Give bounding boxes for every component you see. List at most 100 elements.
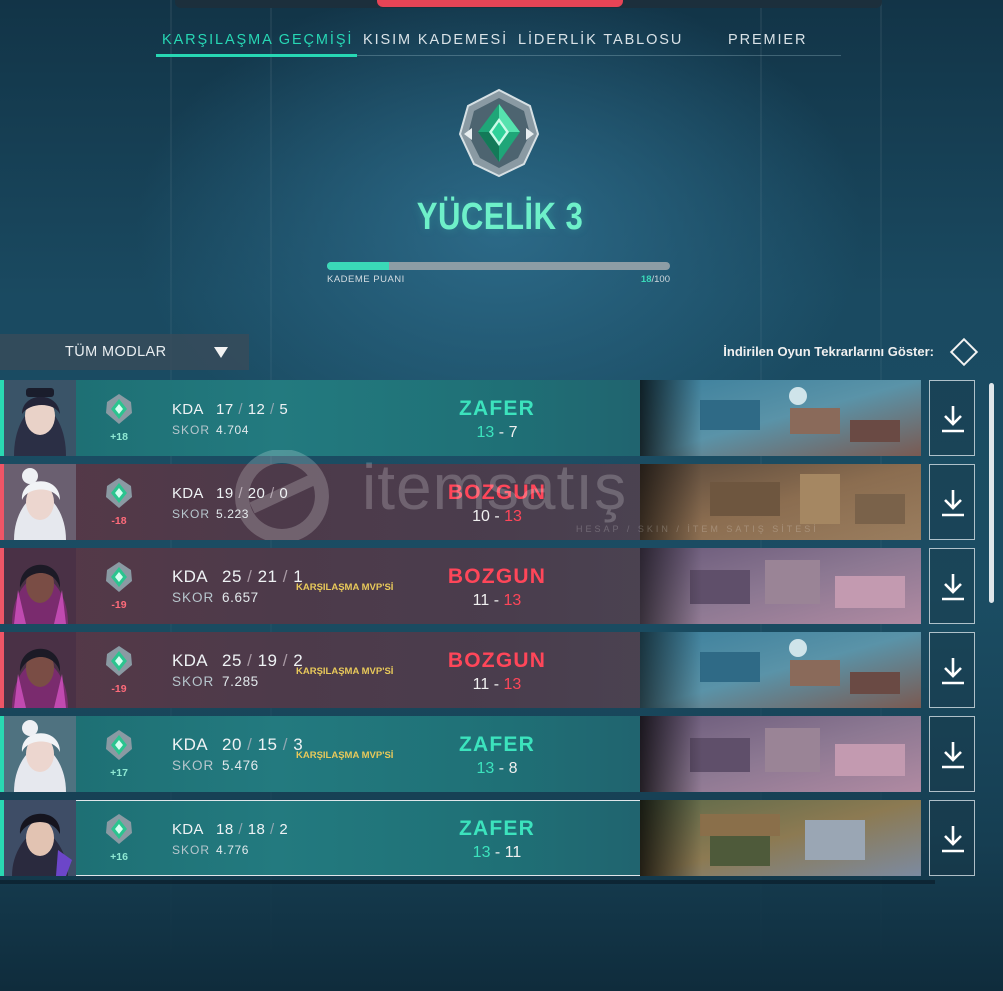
bind-map-thumbnail [640,464,921,540]
career-tabs: KARŞILAŞMA GEÇMİŞİ KISIM KADEMESİ LİDERL… [156,24,841,57]
kda-label: KDA [172,567,208,586]
download-icon [942,742,964,769]
match-row[interactable]: +16 KDA 18 / 18 / 2 SKOR 4.776 ZAFER 13 … [0,800,921,876]
team-score: 11 [472,676,490,693]
split-map-thumbnail [640,548,921,624]
deaths: 18 [247,821,266,838]
match-mvp-badge: KARŞILAŞMA MVP'Sİ [296,750,394,761]
rank-rating-current: 18 [640,274,652,285]
download-replay-button[interactable] [929,380,975,456]
match-mvp-badge: KARŞILAŞMA MVP'Sİ [296,666,394,677]
rank-rating-change: +17 [110,767,128,779]
combat-score: 6.657 [222,590,259,605]
download-icon [942,490,964,517]
match-row[interactable]: -19 KDA 25 / 19 / 2 SKOR 7.285 KARŞILAŞM… [0,632,921,708]
rank-rating-change: -18 [111,515,127,527]
team-score: 11 [472,592,490,609]
combat-score: 4.704 [216,423,250,437]
ascendant-rank-icon [106,646,132,676]
chevron-down-icon [214,347,228,358]
score-label: SKOR [172,507,211,521]
combat-score: 5.223 [216,507,250,521]
download-replay-button[interactable] [929,548,975,624]
enemy-score: 11 [504,844,522,861]
download-replay-button[interactable] [929,716,975,792]
tab-leaderboard[interactable]: LİDERLİK TABLOSU [518,32,683,48]
team-score: 13 [476,760,495,777]
kda-value: 25 / 21 / 1 [222,567,304,586]
score-separator: - [493,676,500,693]
agent-portrait [4,716,76,792]
match-row[interactable]: -18 KDA 19 / 20 / 0 SKOR 5.223 BOZGUN 10… [0,464,921,540]
icebox-map-thumbnail [640,380,921,456]
split-map-thumbnail [640,716,921,792]
deaths: 20 [247,485,266,502]
list-bottom-shadow [0,880,935,884]
agent-portrait [4,548,76,624]
download-replay-button[interactable] [929,632,975,708]
icebox-map-thumbnail [640,632,921,708]
score-separator: - [494,508,500,525]
download-icon [942,658,964,685]
kda-value: 25 / 19 / 2 [222,651,304,670]
combat-score: 4.776 [216,843,250,857]
rank-rating-change: +16 [110,851,128,863]
team-score: 13 [476,424,495,441]
team-score: 10 [472,508,490,525]
score-label: SKOR [172,674,215,689]
match-result: ZAFER [459,397,535,420]
download-icon [942,826,964,853]
kills: 17 [216,401,234,418]
match-row[interactable]: -19 KDA 25 / 21 / 1 SKOR 6.657 KARŞILAŞM… [0,548,921,624]
score-separator: - [493,592,500,609]
enemy-score: 7 [508,424,518,441]
match-mvp-badge: KARŞILAŞMA MVP'Sİ [296,582,394,593]
tab-premier[interactable]: PREMIER [728,32,807,48]
kills: 25 [222,567,242,586]
mode-filter-dropdown[interactable]: TÜM MODLAR [0,334,249,370]
match-list-scrollbar[interactable] [989,383,994,603]
match-row[interactable]: +18 KDA 17 / 12 / 5 SKOR 4.704 ZAFER 13 … [0,380,921,456]
download-icon [942,406,964,433]
kda-label: KDA [172,651,208,670]
download-replay-button[interactable] [929,800,975,876]
score-label: SKOR [172,843,211,857]
kills: 19 [216,485,234,502]
rank-rating-bar [327,262,670,270]
assists: 0 [279,485,289,502]
rank-rating-label: KADEME PUANI [327,274,405,285]
assists: 2 [279,821,289,838]
agent-portrait [4,800,76,876]
deaths: 15 [257,735,278,754]
tab-act-rank[interactable]: KISIM KADEMESİ [363,32,508,48]
combat-score: 5.476 [222,758,259,773]
score-separator: - [498,424,505,441]
tab-match-history[interactable]: KARŞILAŞMA GEÇMİŞİ [162,32,353,48]
enemy-score: 13 [503,676,522,693]
kda-label: KDA [172,735,208,754]
download-replay-button[interactable] [929,464,975,540]
rank-title: YÜCELİK 3 [416,196,584,238]
round-score: 13 - 11 [420,844,574,862]
round-score: 10 - 13 [420,508,574,526]
deaths: 12 [247,401,266,418]
score-separator: - [494,844,501,861]
replay-filter-toggle[interactable] [949,337,979,367]
replay-filter-label: İndirilen Oyun Tekrarlarını Göster: [723,344,934,359]
ascendant-rank-icon [106,394,132,424]
haven-map-thumbnail [640,800,921,876]
top-nav-highlight [377,0,623,7]
kda-value: 20 / 15 / 3 [222,735,304,754]
round-score: 11 - 13 [420,592,574,610]
enemy-score: 13 [503,592,522,609]
ascendant-rank-icon [458,88,540,178]
deaths: 21 [257,567,278,586]
kda-value: 19 / 20 / 0 [216,485,289,502]
kills: 20 [222,735,242,754]
score-label: SKOR [172,423,211,437]
match-result: BOZGUN [447,481,547,504]
match-result: ZAFER [459,817,535,840]
enemy-score: 13 [504,508,522,525]
match-row[interactable]: +17 KDA 20 / 15 / 3 SKOR 5.476 KARŞILAŞM… [0,716,921,792]
assists: 5 [279,401,289,418]
